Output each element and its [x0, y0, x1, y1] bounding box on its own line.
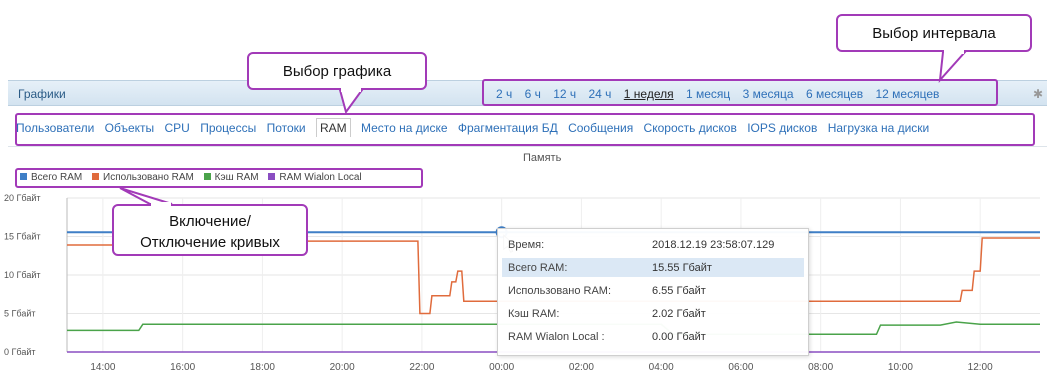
tooltip-value: 2.02 Гбайт	[652, 308, 706, 320]
x-tick-label: 04:00	[649, 362, 674, 373]
x-tick-label: 12:00	[968, 362, 993, 373]
tooltip-label: Время:	[508, 239, 545, 251]
tooltip-label: RAM Wialon Local :	[508, 331, 605, 343]
tooltip-value: 2018.12.19 23:58:07.129	[652, 239, 775, 251]
tooltip-row-time: Время: 2018.12.19 23:58:07.129	[502, 235, 804, 254]
pin-icon[interactable]: ✱	[1033, 87, 1043, 101]
legend-highlight-box	[15, 168, 423, 188]
interval-highlight-box	[482, 79, 998, 106]
arrow-interval	[938, 51, 968, 83]
callout-toggle-text-2: Отключение кривых	[140, 234, 280, 251]
chart-tooltip: Время: 2018.12.19 23:58:07.129 Всего RAM…	[497, 228, 809, 356]
callout-interval-text: Выбор интервала	[872, 25, 996, 42]
tooltip-value: 6.55 Гбайт	[652, 285, 706, 297]
arrow-toggle	[119, 187, 173, 205]
chart-title: Память	[523, 152, 562, 164]
callout-toggle-curves: Включение/ Отключение кривых	[112, 204, 308, 256]
x-tick-label: 10:00	[888, 362, 913, 373]
callout-graph-text: Выбор графика	[282, 63, 392, 80]
tooltip-row-wialon-ram: RAM Wialon Local : 0.00 Гбайт	[502, 327, 804, 346]
callout-graph: Выбор графика	[247, 52, 427, 90]
x-tick-label: 14:00	[90, 362, 115, 373]
x-tick-label: 18:00	[250, 362, 275, 373]
tooltip-row-cache-ram: Кэш RAM: 2.02 Гбайт	[502, 304, 804, 323]
x-tick-label: 08:00	[808, 362, 833, 373]
callout-interval: Выбор интервала	[836, 14, 1032, 52]
x-tick-label: 06:00	[728, 362, 753, 373]
x-tick-label: 00:00	[489, 362, 514, 373]
y-tick-label: 10 Гбайт	[4, 270, 41, 280]
tooltip-value: 0.00 Гбайт	[652, 331, 706, 343]
y-tick-label: 20 Гбайт	[4, 193, 41, 203]
x-tick-label: 16:00	[170, 362, 195, 373]
callout-toggle-text-1: Включение/	[169, 213, 251, 230]
tooltip-row-used-ram: Использовано RAM: 6.55 Гбайт	[502, 281, 804, 300]
x-tick-label: 20:00	[330, 362, 355, 373]
tooltip-value: 15.55 Гбайт	[652, 262, 712, 274]
x-tick-label: 22:00	[409, 362, 434, 373]
panel-title: Графики	[18, 87, 66, 101]
y-tick-label: 15 Гбайт	[4, 232, 41, 242]
tooltip-label: Использовано RAM:	[508, 285, 612, 297]
tabs-highlight-box	[15, 113, 1035, 146]
tooltip-row-total-ram: Всего RAM: 15.55 Гбайт	[502, 258, 804, 277]
x-tick-label: 02:00	[569, 362, 594, 373]
tooltip-label: Всего RAM:	[508, 262, 568, 274]
y-tick-label: 0 Гбайт	[4, 347, 35, 357]
y-tick-label: 5 Гбайт	[4, 309, 35, 319]
tooltip-label: Кэш RAM:	[508, 308, 560, 320]
